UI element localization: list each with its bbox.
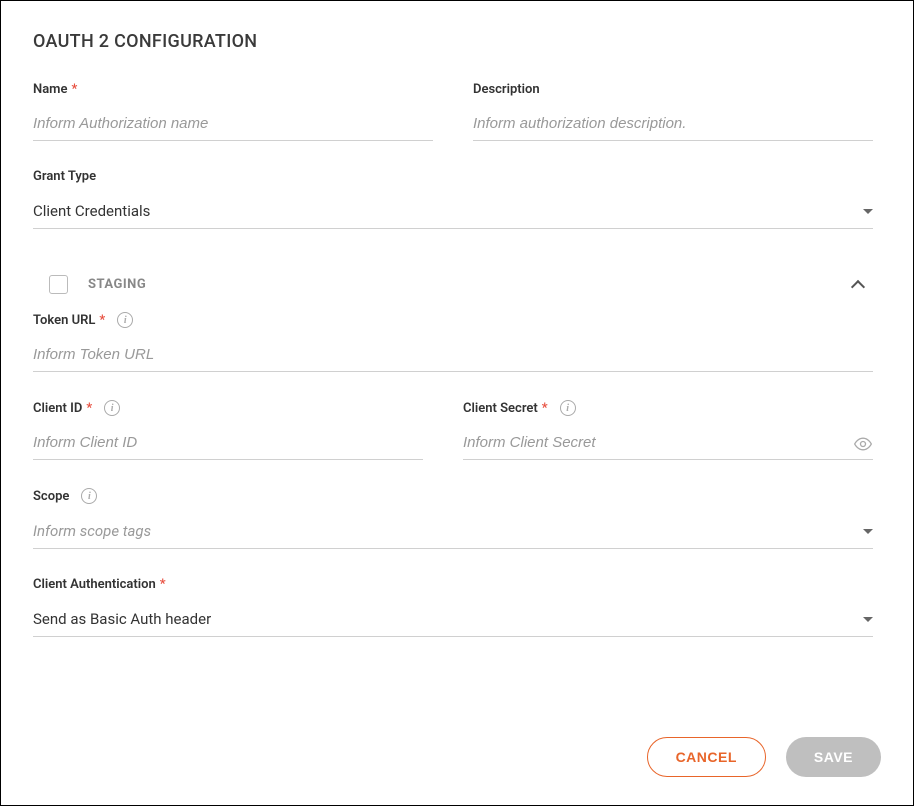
client-id-label: Client ID * xyxy=(33,400,423,416)
grant-type-label-text: Grant Type xyxy=(33,169,96,184)
row-token-url: Token URL * xyxy=(33,312,873,372)
eye-icon[interactable] xyxy=(853,434,873,454)
field-scope: Scope Inform scope tags xyxy=(33,488,873,549)
client-auth-value: Send as Basic Auth header xyxy=(33,610,211,628)
client-secret-wrap xyxy=(463,428,873,460)
required-asterisk: * xyxy=(542,401,548,416)
field-client-auth: Client Authentication * Send as Basic Au… xyxy=(33,577,873,637)
row-client-id-secret: Client ID * Client Secret * xyxy=(33,400,873,460)
required-asterisk: * xyxy=(99,313,105,328)
dialog-footer: CANCEL SAVE xyxy=(1,713,913,805)
staging-checkbox[interactable] xyxy=(49,275,68,294)
token-url-input[interactable] xyxy=(33,340,873,372)
required-asterisk: * xyxy=(71,82,77,97)
save-button[interactable]: SAVE xyxy=(786,737,881,777)
dialog-body: OAUTH 2 CONFIGURATION Name * Description xyxy=(1,1,913,713)
grant-type-value: Client Credentials xyxy=(33,202,150,220)
client-secret-label: Client Secret * xyxy=(463,400,873,416)
dropdown-icon xyxy=(863,617,873,622)
info-icon[interactable] xyxy=(117,312,133,328)
row-grant-type: Grant Type Client Credentials xyxy=(33,169,873,229)
staging-header-left: STAGING xyxy=(49,275,146,294)
scope-placeholder: Inform scope tags xyxy=(33,522,151,540)
info-icon[interactable] xyxy=(560,400,576,416)
field-grant-type: Grant Type Client Credentials xyxy=(33,169,873,229)
field-name: Name * xyxy=(33,82,433,141)
info-icon[interactable] xyxy=(104,400,120,416)
client-secret-input[interactable] xyxy=(463,428,873,460)
oauth2-config-dialog: OAUTH 2 CONFIGURATION Name * Description xyxy=(0,0,914,806)
client-auth-label: Client Authentication * xyxy=(33,577,873,592)
field-client-id: Client ID * xyxy=(33,400,423,460)
token-url-label: Token URL * xyxy=(33,312,873,328)
grant-type-label: Grant Type xyxy=(33,169,873,184)
row-client-auth: Client Authentication * Send as Basic Au… xyxy=(33,577,873,637)
client-id-input[interactable] xyxy=(33,428,423,460)
staging-section-header[interactable]: STAGING xyxy=(33,257,873,312)
name-label-text: Name xyxy=(33,82,67,97)
client-id-label-text: Client ID xyxy=(33,401,82,416)
row-scope: Scope Inform scope tags xyxy=(33,488,873,549)
dropdown-icon xyxy=(863,529,873,534)
field-client-secret: Client Secret * xyxy=(463,400,873,460)
scope-label: Scope xyxy=(33,488,873,504)
dropdown-icon xyxy=(863,209,873,214)
field-token-url: Token URL * xyxy=(33,312,873,372)
description-input[interactable] xyxy=(473,109,873,141)
client-secret-label-text: Client Secret xyxy=(463,401,538,416)
grant-type-select[interactable]: Client Credentials xyxy=(33,196,873,229)
dialog-title: OAUTH 2 CONFIGURATION xyxy=(33,31,881,52)
token-url-label-text: Token URL xyxy=(33,313,95,328)
row-name-desc: Name * Description xyxy=(33,82,873,141)
scope-select[interactable]: Inform scope tags xyxy=(33,516,873,549)
description-label: Description xyxy=(473,82,873,97)
chevron-up-icon xyxy=(851,279,865,293)
required-asterisk: * xyxy=(86,401,92,416)
info-icon[interactable] xyxy=(81,488,97,504)
client-auth-label-text: Client Authentication xyxy=(33,577,156,592)
scope-label-text: Scope xyxy=(33,489,69,504)
cancel-button[interactable]: CANCEL xyxy=(647,737,766,777)
name-label: Name * xyxy=(33,82,433,97)
staging-title: STAGING xyxy=(88,277,146,292)
description-label-text: Description xyxy=(473,82,540,97)
scroll-area[interactable]: Name * Description Grant Type xyxy=(33,82,881,713)
required-asterisk: * xyxy=(160,577,166,592)
name-input[interactable] xyxy=(33,109,433,141)
client-auth-select[interactable]: Send as Basic Auth header xyxy=(33,604,873,637)
field-description: Description xyxy=(473,82,873,141)
